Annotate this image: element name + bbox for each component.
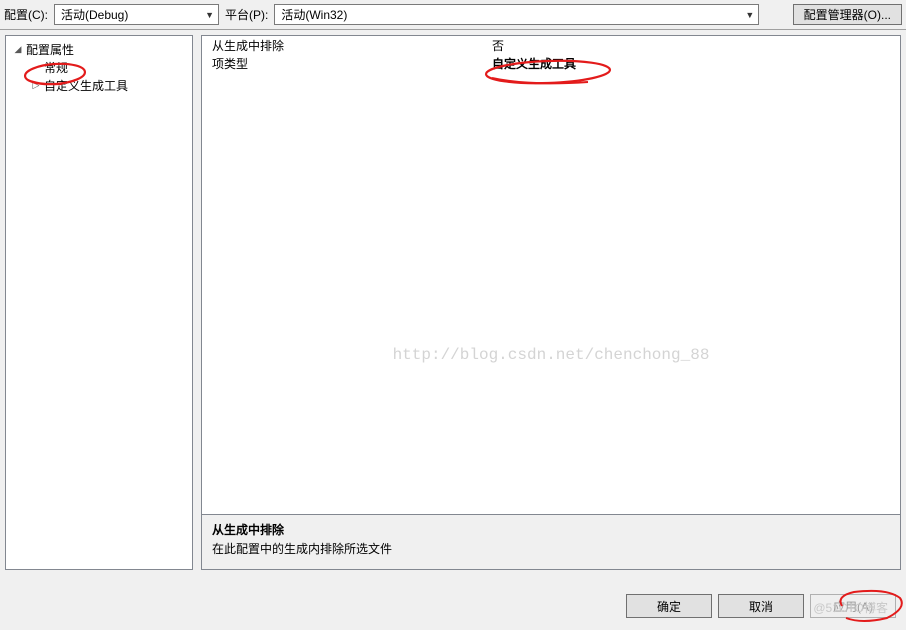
description-title: 从生成中排除 [212,521,890,538]
grid-row[interactable]: 从生成中排除 否 [202,36,900,54]
property-grid: 从生成中排除 否 项类型 自定义生成工具 http://blog.csdn.ne… [201,35,901,515]
grid-label-exclude: 从生成中排除 [212,37,492,54]
config-manager-button[interactable]: 配置管理器(O)... [793,4,902,25]
grid-value-exclude[interactable]: 否 [492,37,900,54]
chevron-down-icon: ▼ [745,10,754,20]
ok-button[interactable]: 确定 [626,594,712,618]
watermark-text: http://blog.csdn.net/chenchong_88 [202,346,900,364]
grid-value-item-type[interactable]: 自定义生成工具 [492,55,900,72]
tree-root[interactable]: ◢ 配置属性 [8,40,190,58]
main-area: ◢ 配置属性 常规 ▷ 自定义生成工具 从生成中排除 否 项类型 自定义生成工具 [0,30,906,575]
cancel-button[interactable]: 取消 [718,594,804,618]
tree: ◢ 配置属性 常规 ▷ 自定义生成工具 [6,36,192,98]
tree-root-label: 配置属性 [26,41,74,58]
config-combo[interactable]: 活动(Debug) ▼ [54,4,219,25]
config-label: 配置(C): [4,6,48,23]
expander-placeholder [30,61,42,73]
tree-item-general[interactable]: 常规 [8,58,190,76]
content-panel: 从生成中排除 否 项类型 自定义生成工具 http://blog.csdn.ne… [201,35,901,570]
dialog-buttons: 确定 取消 应用(A) [626,594,896,618]
tree-item-custom-build-tool[interactable]: ▷ 自定义生成工具 [8,76,190,94]
grid-row[interactable]: 项类型 自定义生成工具 [202,54,900,72]
description-panel: 从生成中排除 在此配置中的生成内排除所选文件 [201,515,901,570]
tree-item-label: 自定义生成工具 [44,77,128,94]
toolbar: 配置(C): 活动(Debug) ▼ 平台(P): 活动(Win32) ▼ 配置… [0,0,906,30]
grid-label-item-type: 项类型 [212,55,492,72]
platform-label: 平台(P): [225,6,268,23]
apply-button[interactable]: 应用(A) [810,594,896,618]
description-text: 在此配置中的生成内排除所选文件 [212,540,890,557]
platform-combo-value: 活动(Win32) [281,6,347,23]
platform-combo[interactable]: 活动(Win32) ▼ [274,4,759,25]
expander-icon[interactable]: ▷ [30,79,42,91]
config-combo-value: 活动(Debug) [61,6,128,23]
expander-icon[interactable]: ◢ [12,43,24,55]
tree-item-label: 常规 [44,59,68,76]
tree-panel: ◢ 配置属性 常规 ▷ 自定义生成工具 [5,35,193,570]
chevron-down-icon: ▼ [205,10,214,20]
